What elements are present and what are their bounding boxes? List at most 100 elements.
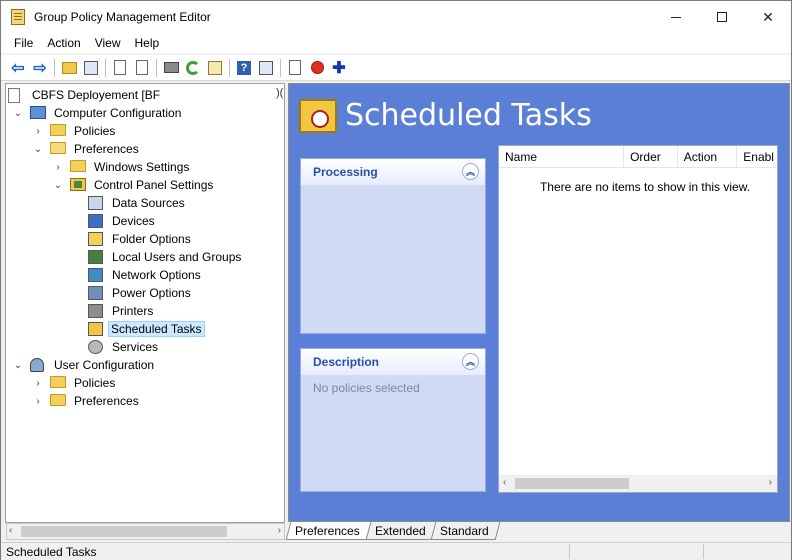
chevron-down-icon[interactable]: ⌄ xyxy=(12,107,24,119)
properties-button[interactable] xyxy=(255,57,277,79)
tree-item-label: Preferences xyxy=(74,394,139,408)
menu-action[interactable]: Action xyxy=(42,36,89,50)
menu-file[interactable]: File xyxy=(9,36,42,50)
scroll-left-icon[interactable]: ‹ xyxy=(503,477,506,488)
tree-item-label: Printers xyxy=(112,304,154,318)
content-header: Scheduled Tasks xyxy=(299,98,592,133)
forward-button[interactable]: ⇨ xyxy=(29,57,51,79)
stop-icon xyxy=(310,61,324,74)
tree-item-printers[interactable]: Printers xyxy=(88,302,157,320)
view-tabs: Preferences Extended Standard xyxy=(285,522,501,541)
tree-item-services[interactable]: Services xyxy=(88,338,162,356)
xml-button[interactable] xyxy=(284,57,306,79)
window-title: Group Policy Management Editor xyxy=(34,10,211,24)
tree-item-label: Policies xyxy=(74,376,116,390)
chevron-down-icon[interactable]: ⌄ xyxy=(32,143,44,155)
tree-horizontal-scrollbar[interactable]: ‹ › xyxy=(6,523,285,540)
menu-help[interactable]: Help xyxy=(130,36,169,50)
tree-item-windows-settings[interactable]: › Windows Settings xyxy=(52,158,193,176)
show-hide-tree-button[interactable] xyxy=(80,57,102,79)
toolbar-separator xyxy=(105,58,106,77)
chevron-down-icon[interactable]: ⌄ xyxy=(12,359,24,371)
tree-item-devices[interactable]: Devices xyxy=(88,212,159,230)
collapse-description-button[interactable]: ︽ xyxy=(462,353,479,370)
tree-root[interactable]: CBFS Deployement [BF xyxy=(8,86,164,104)
copy-icon xyxy=(114,60,126,75)
processing-panel-header[interactable]: Processing ︽ xyxy=(301,159,485,185)
tree-item-power-options[interactable]: Power Options xyxy=(88,284,195,302)
description-panel-header[interactable]: Description ︽ xyxy=(301,349,485,375)
scheduled-tasks-large-icon xyxy=(299,98,337,133)
chevron-right-icon[interactable]: › xyxy=(52,161,64,173)
power-options-icon xyxy=(88,286,103,300)
refresh-button[interactable] xyxy=(182,57,204,79)
help-button[interactable]: ? xyxy=(233,57,255,79)
chevron-right-icon[interactable]: › xyxy=(32,125,44,137)
tree-item-folder-options[interactable]: Folder Options xyxy=(88,230,195,248)
close-button[interactable]: ✕ xyxy=(745,1,791,33)
tree-item-scheduled-tasks[interactable]: Scheduled Tasks xyxy=(88,320,205,338)
tree-item-network-options[interactable]: Network Options xyxy=(88,266,205,284)
minimize-button[interactable] xyxy=(653,1,699,33)
menu-bar: File Action View Help xyxy=(1,33,791,53)
chevron-right-icon[interactable]: › xyxy=(32,377,44,389)
folder-icon xyxy=(50,394,66,406)
column-header-action[interactable]: Action xyxy=(678,146,738,168)
export-list-button[interactable] xyxy=(204,57,226,79)
tree-item-user-configuration[interactable]: ⌄ User Configuration xyxy=(12,356,158,374)
tree-item-computer-configuration[interactable]: ⌄ Computer Configuration xyxy=(12,104,185,122)
tab-extended[interactable]: Extended xyxy=(365,522,437,540)
tree-item-data-sources[interactable]: Data Sources xyxy=(88,194,189,212)
up-one-level-button[interactable] xyxy=(58,57,80,79)
column-header-name[interactable]: Name xyxy=(499,146,625,168)
page-title: Scheduled Tasks xyxy=(345,98,592,133)
properties-icon xyxy=(259,60,273,75)
column-header-order[interactable]: Order xyxy=(624,146,678,168)
scrollbar-thumb[interactable] xyxy=(515,478,629,489)
scrollbar-thumb[interactable] xyxy=(21,526,227,537)
processing-panel: Processing ︽ xyxy=(300,158,486,334)
copy-button[interactable] xyxy=(109,57,131,79)
tab-preferences[interactable]: Preferences xyxy=(285,522,372,540)
column-header-enabled[interactable]: Enabl xyxy=(737,146,777,168)
toolbar-separator xyxy=(229,58,230,77)
tree-item-user-policies[interactable]: › Policies xyxy=(32,374,119,392)
services-gear-icon xyxy=(88,340,103,354)
refresh-icon xyxy=(186,60,200,75)
items-list-view[interactable]: Name Order Action Enabl There are no ite… xyxy=(498,145,778,493)
maximize-button[interactable] xyxy=(699,1,745,33)
back-button[interactable]: ⇦ xyxy=(7,57,29,79)
menu-view[interactable]: View xyxy=(90,36,130,50)
tree-item-control-panel-settings[interactable]: ⌄ Control Panel Settings xyxy=(52,176,217,194)
app-icon xyxy=(11,9,25,25)
folder-icon xyxy=(70,160,86,172)
status-text: Scheduled Tasks xyxy=(6,544,97,559)
paste-icon xyxy=(136,60,148,75)
scroll-left-icon[interactable]: ‹ xyxy=(9,525,12,536)
scroll-right-icon[interactable]: › xyxy=(769,477,772,488)
tab-standard[interactable]: Standard xyxy=(431,522,501,540)
paste-button[interactable] xyxy=(131,57,153,79)
stop-button[interactable] xyxy=(306,57,328,79)
forward-arrow-icon: ⇨ xyxy=(33,59,47,77)
tree-item-label: Scheduled Tasks xyxy=(108,321,205,337)
tree-item-policies[interactable]: › Policies xyxy=(32,122,119,140)
collapse-processing-button[interactable]: ︽ xyxy=(462,163,479,180)
status-divider xyxy=(703,544,704,559)
scroll-right-icon[interactable]: › xyxy=(278,525,281,536)
control-panel-icon xyxy=(70,178,86,191)
print-button[interactable] xyxy=(160,57,182,79)
computer-icon xyxy=(30,106,46,119)
tree-item-preferences[interactable]: ⌄ Preferences xyxy=(32,140,143,158)
tree-item-label: Control Panel Settings xyxy=(94,178,214,192)
chevron-down-icon[interactable]: ⌄ xyxy=(52,179,64,191)
tree-item-local-users-and-groups[interactable]: Local Users and Groups xyxy=(88,248,245,266)
tree-item-user-preferences[interactable]: › Preferences xyxy=(32,392,143,410)
chevron-up-double-icon: ︽ xyxy=(465,167,475,177)
tree-item-label: Preferences xyxy=(74,142,139,156)
chevron-right-icon[interactable]: › xyxy=(32,395,44,407)
list-horizontal-scrollbar[interactable]: ‹ › xyxy=(499,475,777,492)
folder-options-icon xyxy=(88,232,103,246)
add-button[interactable]: ✚ xyxy=(328,57,350,79)
print-icon xyxy=(163,62,179,73)
